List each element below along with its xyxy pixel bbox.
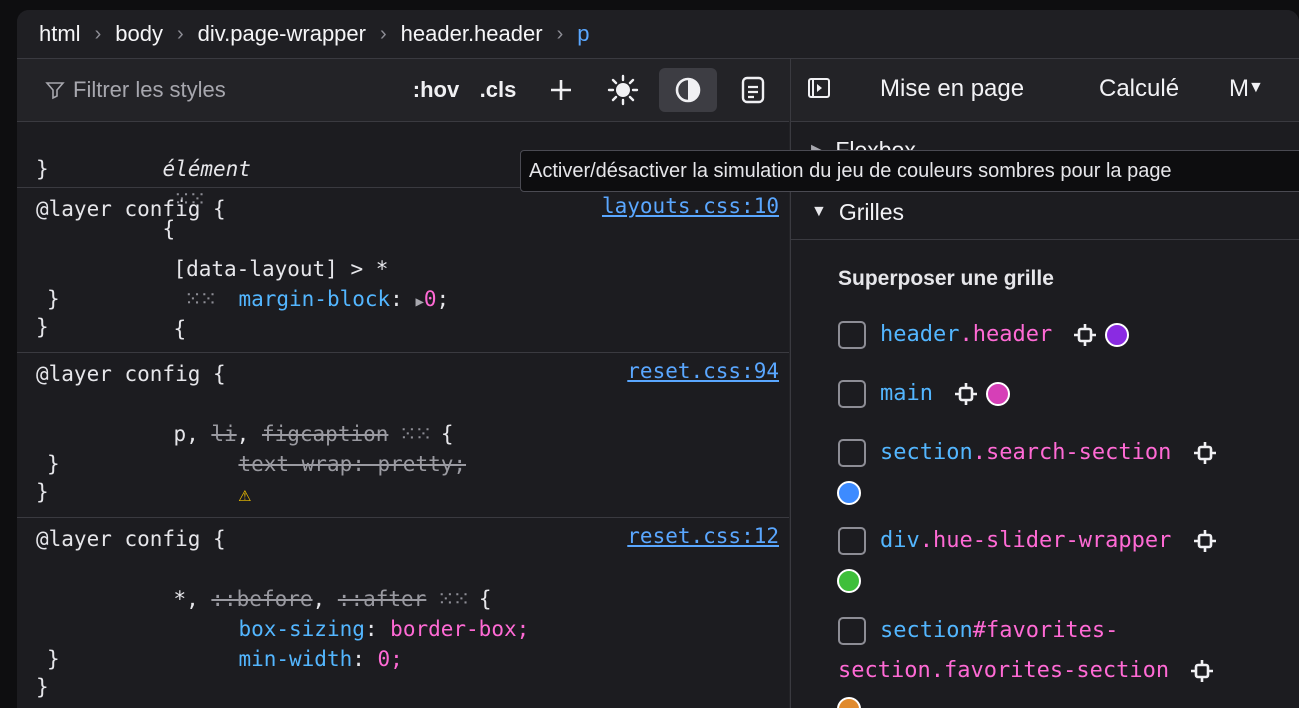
- add-rule-button[interactable]: [541, 68, 581, 112]
- source-link[interactable]: reset.css:94: [627, 359, 779, 383]
- grid-checkbox[interactable]: [838, 380, 866, 408]
- layer-close-brace: }: [36, 675, 49, 699]
- css-rules-list: élément ⁙⁙ { } @layer config { layouts.c…: [17, 122, 789, 708]
- css-property[interactable]: margin-block: [238, 287, 390, 311]
- css-value[interactable]: 0: [424, 287, 437, 311]
- crosshair-icon[interactable]: [1193, 441, 1217, 465]
- grid-swatch-row: [837, 561, 861, 601]
- rule-close-brace: }: [47, 452, 60, 476]
- grid-class: .search-section: [972, 440, 1172, 465]
- layer-close-brace: }: [36, 480, 49, 504]
- css-rule-reset-12: @layer config { reset.css:12 *, ::before…: [17, 518, 789, 708]
- grid-section-header[interactable]: ▼ Grilles: [791, 185, 1299, 240]
- grid-class: .hue-slider-wrapper: [919, 528, 1172, 553]
- dark-mode-icon: [675, 77, 701, 103]
- grid-color-swatch[interactable]: [1105, 323, 1130, 347]
- toggle-sidebar-button[interactable]: [807, 76, 831, 107]
- grid-tag: div: [880, 528, 920, 553]
- chevron-right-icon: ›: [176, 22, 184, 45]
- breadcrumb-item-body[interactable]: body: [115, 21, 163, 47]
- rule-close-brace: }: [47, 647, 60, 671]
- document-icon: [741, 76, 765, 104]
- grid-item-hue-slider: div.hue-slider-wrapper: [838, 521, 1225, 561]
- crosshair-icon[interactable]: [1193, 529, 1217, 553]
- grid-item-favorites: section#favorites-: [838, 611, 1118, 651]
- breadcrumb-item-html[interactable]: html: [39, 21, 81, 47]
- filter-placeholder: Filtrer les styles: [73, 77, 226, 102]
- sidebar-tabs: Mise en page Calculé M ▼: [791, 59, 1299, 122]
- grid-item-main: main: [838, 374, 1011, 414]
- grid-color-swatch[interactable]: [837, 481, 861, 505]
- hover-state-button[interactable]: :hov: [407, 68, 465, 112]
- tooltip: Activer/désactiver la simulation du jeu …: [520, 150, 1299, 192]
- breadcrumb: html › body › div.page-wrapper › header.…: [17, 10, 1299, 59]
- css-value[interactable]: 0;: [378, 647, 403, 671]
- breadcrumb-item-p[interactable]: p: [577, 21, 589, 47]
- rule-selector: élément: [162, 157, 251, 181]
- chevron-right-icon: ›: [556, 22, 564, 45]
- source-link[interactable]: layouts.css:10: [602, 194, 779, 218]
- crosshair-icon[interactable]: [954, 382, 978, 406]
- rules-toolbar: Filtrer les styles :hov .cls: [17, 59, 789, 122]
- grid-item-favorites-cont: section.favorites-section: [838, 651, 1222, 691]
- sun-icon: [607, 74, 639, 106]
- chevron-right-icon: ›: [379, 22, 387, 45]
- chevron-down-icon: ▼: [811, 203, 827, 220]
- rule-close-brace: }: [36, 157, 49, 181]
- layer-close-brace: }: [36, 315, 49, 339]
- layer-label: @layer config {: [36, 362, 226, 386]
- css-declaration-disabled[interactable]: text-wrap: pretty;: [238, 452, 466, 476]
- grid-color-swatch[interactable]: [837, 697, 861, 708]
- grid-checkbox[interactable]: [838, 527, 866, 555]
- chevron-right-icon: ›: [94, 22, 102, 45]
- overlay-grid-title: Superposer une grille: [838, 267, 1054, 290]
- grid-section-label: Grilles: [838, 198, 905, 225]
- source-link[interactable]: reset.css:12: [627, 524, 779, 548]
- grid-item-header: header.header: [838, 315, 1130, 355]
- tab-more[interactable]: M: [1229, 75, 1249, 103]
- grid-checkbox[interactable]: [838, 617, 866, 645]
- layer-label: @layer config {: [36, 197, 226, 221]
- light-scheme-button[interactable]: [601, 68, 645, 112]
- grid-class: section.favorites-section: [838, 658, 1170, 683]
- warning-icon[interactable]: ⚠: [238, 482, 251, 506]
- grid-checkbox[interactable]: [838, 439, 866, 467]
- print-media-button[interactable]: [731, 68, 775, 112]
- grid-tag: section: [880, 440, 973, 465]
- breadcrumb-item-header[interactable]: header.header: [401, 21, 543, 47]
- grid-item-search-section: section.search-section: [838, 433, 1225, 473]
- grid-color-swatch[interactable]: [986, 382, 1011, 406]
- dark-scheme-button[interactable]: [659, 68, 717, 112]
- expand-triangle-icon[interactable]: ▶: [415, 294, 423, 310]
- grid-color-swatch[interactable]: [837, 569, 861, 593]
- filter-styles-input[interactable]: Filtrer les styles: [45, 77, 226, 103]
- grid-swatch-row: [837, 689, 861, 708]
- grid-tag: section: [880, 618, 973, 643]
- tabs-overflow-icon[interactable]: ▼: [1248, 79, 1264, 97]
- grid-tag: header: [880, 322, 960, 347]
- css-rule-layouts: @layer config { layouts.css:10 [data-lay…: [17, 188, 789, 353]
- grid-tag: main: [880, 381, 933, 406]
- css-rule-reset-94: @layer config { reset.css:94 p, li, figc…: [17, 353, 789, 518]
- crosshair-icon[interactable]: [1190, 659, 1214, 683]
- breadcrumb-item-page-wrapper[interactable]: div.page-wrapper: [198, 21, 366, 47]
- plus-icon: [551, 80, 571, 100]
- layer-label: @layer config {: [36, 527, 226, 551]
- tab-computed[interactable]: Calculé: [1099, 75, 1179, 103]
- rule-close-brace: }: [47, 287, 60, 311]
- grid-swatch-row: [837, 473, 861, 513]
- grid-checkbox[interactable]: [838, 321, 866, 349]
- sidebar-toggle-icon: [808, 78, 830, 98]
- grid-class: .header: [959, 322, 1053, 347]
- css-property[interactable]: min-width: [238, 647, 352, 671]
- tab-layout[interactable]: Mise en page: [880, 75, 1024, 103]
- grid-class: #favorites-: [972, 618, 1119, 643]
- devtools-frame: html › body › div.page-wrapper › header.…: [17, 10, 1299, 708]
- class-toggle-button[interactable]: .cls: [473, 68, 523, 112]
- css-value[interactable]: border-box;: [390, 617, 529, 641]
- crosshair-icon[interactable]: [1073, 323, 1097, 347]
- filter-icon: [45, 82, 65, 100]
